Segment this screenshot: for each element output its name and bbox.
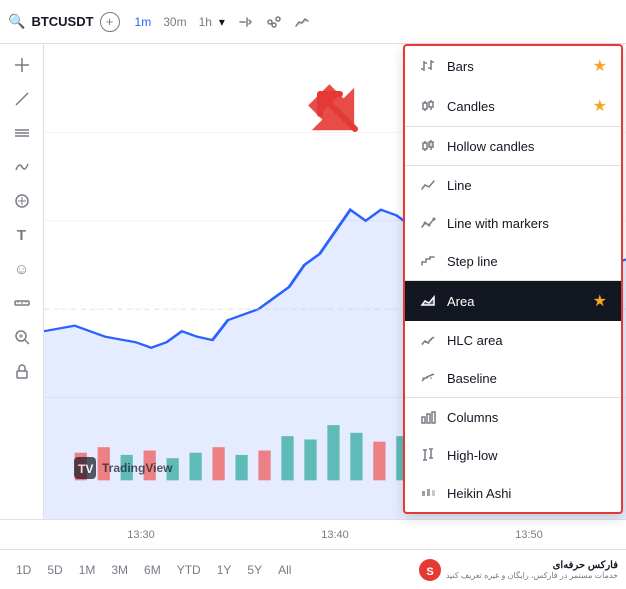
time-label-1: 13:30 xyxy=(44,529,238,541)
emoji-tool[interactable]: ☺ xyxy=(7,254,37,284)
compare-icon[interactable] xyxy=(235,11,257,33)
menu-item-candles[interactable]: Candles ★ xyxy=(405,86,621,127)
hlc-area-icon xyxy=(419,331,437,349)
candles-icon xyxy=(419,97,437,115)
baseline-icon xyxy=(419,369,437,387)
chart-type-icon[interactable] xyxy=(291,11,313,33)
symbol-label: BTCUSDT xyxy=(31,14,93,29)
search-icon: 🔍 xyxy=(8,13,25,30)
ruler-tool[interactable] xyxy=(7,288,37,318)
menu-item-line[interactable]: Line xyxy=(405,166,621,204)
bars-label: Bars xyxy=(447,59,583,74)
svg-text:S: S xyxy=(426,566,433,578)
area-icon xyxy=(419,292,437,310)
svg-text:TV: TV xyxy=(78,462,93,476)
menu-item-high-low[interactable]: High-low xyxy=(405,436,621,474)
period-ytd[interactable]: YTD xyxy=(169,559,209,581)
period-all[interactable]: All xyxy=(270,559,299,581)
bars-star[interactable]: ★ xyxy=(593,56,607,76)
menu-item-bars[interactable]: Bars ★ xyxy=(405,46,621,86)
horizontal-lines-tool[interactable] xyxy=(7,118,37,148)
timeframe-1h[interactable]: 1h xyxy=(194,13,217,31)
step-line-icon xyxy=(419,252,437,270)
line-icon xyxy=(419,176,437,194)
candles-label: Candles xyxy=(447,99,583,114)
line-label: Line xyxy=(447,178,607,193)
header-toolbar-icons xyxy=(235,11,313,33)
zoom-tool[interactable] xyxy=(7,322,37,352)
chart-type-dropdown: Bars ★ Candles ★ Hollow candles Line Lin… xyxy=(403,44,623,514)
crosshair-tool[interactable] xyxy=(7,50,37,80)
menu-item-line-with-markers[interactable]: Line with markers xyxy=(405,204,621,242)
columns-icon xyxy=(419,408,437,426)
line-with-markers-label: Line with markers xyxy=(447,216,607,231)
time-axis: 13:30 13:40 13:50 xyxy=(0,519,626,549)
bottom-brand: S فارکس حرفه‌ای خدمات مستمر در فارکس، را… xyxy=(418,558,618,582)
period-5d[interactable]: 5D xyxy=(39,559,70,581)
area-label: Area xyxy=(447,294,583,309)
period-3m[interactable]: 3M xyxy=(103,559,136,581)
candles-star[interactable]: ★ xyxy=(593,96,607,116)
timeframe-30m[interactable]: 30m xyxy=(158,13,191,31)
time-label-3: 13:50 xyxy=(432,529,626,541)
header: 🔍 BTCUSDT + 1m 30m 1h ▾ xyxy=(0,0,626,44)
period-1y[interactable]: 1Y xyxy=(209,559,240,581)
menu-item-area[interactable]: Area ★ xyxy=(405,281,621,321)
path-tool[interactable] xyxy=(7,152,37,182)
tradingview-logo: TV TradingView xyxy=(74,457,172,479)
period-1d[interactable]: 1D xyxy=(8,559,39,581)
heikin-ashi-icon xyxy=(419,484,437,502)
measure-tool[interactable] xyxy=(7,186,37,216)
menu-item-hollow-candles[interactable]: Hollow candles xyxy=(405,127,621,166)
area-star[interactable]: ★ xyxy=(593,291,607,311)
menu-item-hlc-area[interactable]: HLC area xyxy=(405,321,621,359)
timeframe-1m[interactable]: 1m xyxy=(130,13,157,31)
hollow-candles-icon xyxy=(419,137,437,155)
columns-label: Columns xyxy=(447,410,607,425)
add-symbol-button[interactable]: + xyxy=(100,12,120,32)
menu-item-columns[interactable]: Columns xyxy=(405,398,621,436)
step-line-label: Step line xyxy=(447,254,607,269)
indicators-icon[interactable] xyxy=(263,11,285,33)
period-6m[interactable]: 6M xyxy=(136,559,169,581)
menu-item-step-line[interactable]: Step line xyxy=(405,242,621,281)
period-1m[interactable]: 1M xyxy=(71,559,104,581)
timeframe-dropdown[interactable]: ▾ xyxy=(219,15,225,29)
line-tool[interactable] xyxy=(7,84,37,114)
tradingview-text: TradingView xyxy=(102,461,172,475)
line-markers-icon xyxy=(419,214,437,232)
high-low-label: High-low xyxy=(447,448,607,463)
period-5y[interactable]: 5Y xyxy=(239,559,270,581)
lock-tool[interactable] xyxy=(7,356,37,386)
brand-name: فارکس حرفه‌ای xyxy=(446,560,618,571)
baseline-label: Baseline xyxy=(447,371,607,386)
bars-icon xyxy=(419,57,437,75)
menu-item-heikin-ashi[interactable]: Heikin Ashi xyxy=(405,474,621,512)
time-label-2: 13:40 xyxy=(238,529,432,541)
text-tool[interactable]: T xyxy=(7,220,37,250)
hlc-area-label: HLC area xyxy=(447,333,607,348)
menu-item-baseline[interactable]: Baseline xyxy=(405,359,621,398)
high-low-icon xyxy=(419,446,437,464)
left-toolbar: T ☺ xyxy=(0,44,44,519)
bottom-bar: 1D 5D 1M 3M 6M YTD 1Y 5Y All S فارکس حرف… xyxy=(0,549,626,589)
brand-subtitle: خدمات مستمر در فارکس، رایگان و غیره تعری… xyxy=(446,571,618,580)
timeframe-buttons: 1m 30m 1h ▾ xyxy=(130,13,225,31)
heikin-ashi-label: Heikin Ashi xyxy=(447,486,607,501)
hollow-candles-label: Hollow candles xyxy=(447,139,607,154)
